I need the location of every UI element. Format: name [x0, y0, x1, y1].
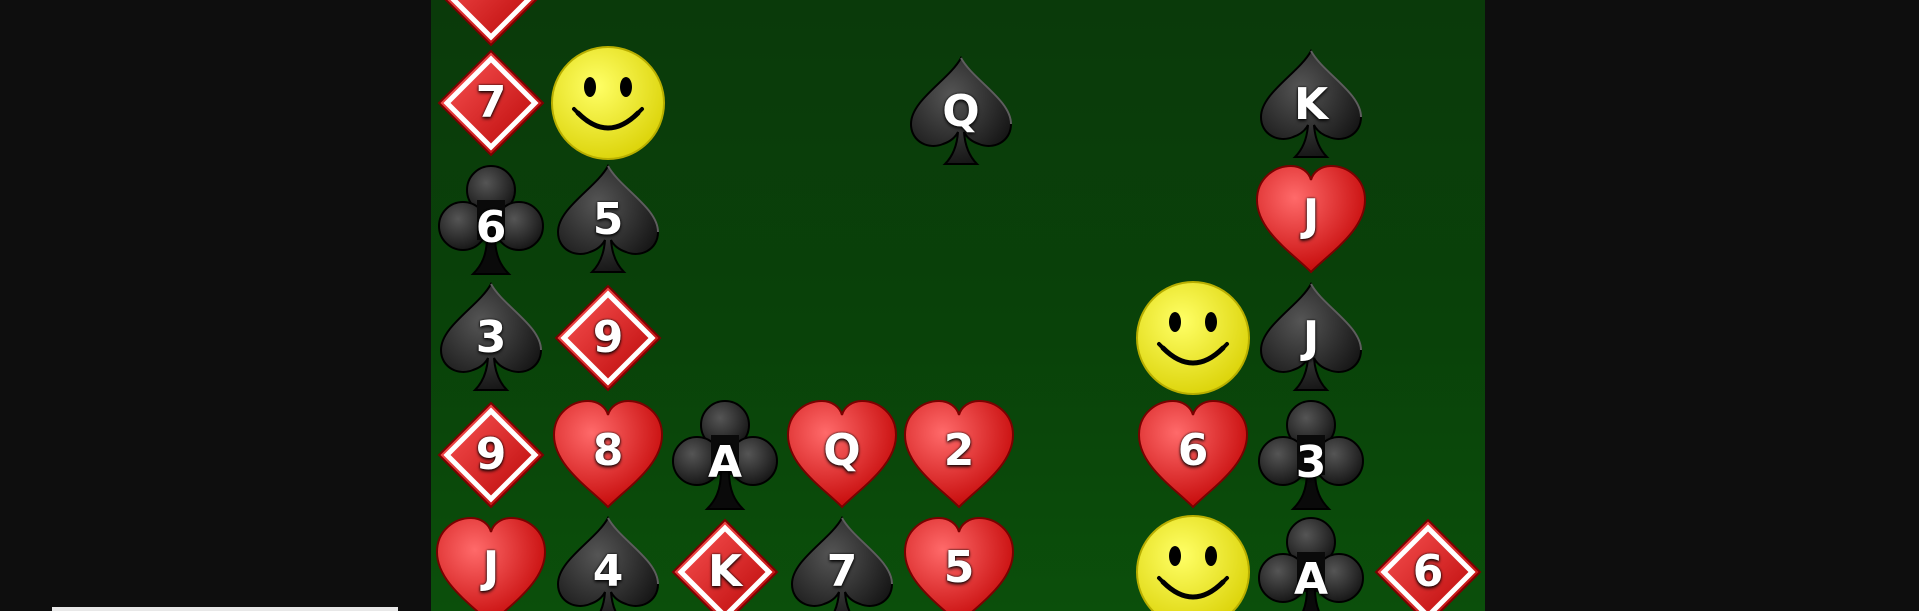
diamond-icon — [671, 518, 779, 611]
heart-icon — [435, 516, 547, 611]
heart-tile-5[interactable]: 5 — [899, 512, 1019, 611]
smiley-tile[interactable] — [1133, 278, 1253, 398]
game-board: 7 Q K 6 5 J 3 9 J 9 8 A Q 2 6 3 J 4 K 7 … — [431, 0, 1485, 611]
heart-icon — [1255, 164, 1367, 274]
heart-icon — [786, 399, 898, 509]
smiley-icon — [551, 46, 665, 160]
spade-tile-4[interactable]: 4 — [548, 512, 668, 611]
club-icon — [438, 165, 544, 275]
club-icon — [1258, 400, 1364, 510]
heart-tile-6[interactable]: 6 — [1133, 395, 1253, 515]
smiley-icon — [1136, 281, 1250, 395]
club-icon — [1258, 517, 1364, 611]
heart-tile-2[interactable]: 2 — [899, 395, 1019, 515]
club-tile-a[interactable]: A — [1251, 512, 1371, 611]
spade-icon — [1259, 48, 1363, 158]
diamond-icon — [437, 401, 545, 509]
spade-icon — [790, 515, 894, 611]
smiley-tile[interactable] — [548, 43, 668, 163]
heart-icon — [552, 399, 664, 509]
diamond-icon — [554, 284, 662, 392]
diamond-tile-7[interactable]: 7 — [431, 43, 551, 163]
diamond-icon — [1374, 518, 1482, 611]
smiley-tile[interactable] — [1133, 512, 1253, 611]
heart-tile-j[interactable]: J — [431, 512, 551, 611]
heart-tile-j[interactable]: J — [1251, 160, 1371, 280]
heart-tile-8[interactable]: 8 — [548, 395, 668, 515]
club-icon — [672, 400, 778, 510]
spade-tile-5[interactable]: 5 — [548, 160, 668, 280]
diamond-tile-9[interactable]: 9 — [431, 395, 551, 515]
heart-icon — [903, 399, 1015, 509]
heart-icon — [1137, 399, 1249, 509]
spade-icon — [556, 515, 660, 611]
diamond-tile-9[interactable]: 9 — [548, 278, 668, 398]
spade-icon — [439, 281, 543, 391]
diamond-icon — [437, 49, 545, 157]
spade-tile-3[interactable]: 3 — [431, 278, 551, 398]
spade-icon — [909, 55, 1013, 165]
heart-tile-q[interactable]: Q — [782, 395, 902, 515]
heart-icon — [903, 516, 1015, 611]
spade-icon — [556, 163, 660, 273]
spade-tile-7[interactable]: 7 — [782, 512, 902, 611]
club-tile-a[interactable]: A — [665, 395, 785, 515]
diamond-tile-6[interactable]: 6 — [1368, 512, 1485, 611]
spade-icon — [1259, 281, 1363, 391]
progress-line — [52, 607, 398, 611]
club-tile-6[interactable]: 6 — [431, 160, 551, 280]
spade-tile-j[interactable]: J — [1251, 278, 1371, 398]
spade-tile-k[interactable]: K — [1251, 45, 1371, 165]
club-tile-3[interactable]: 3 — [1251, 395, 1371, 515]
spade-tile-q[interactable]: Q — [901, 52, 1021, 172]
smiley-icon — [1136, 515, 1250, 611]
diamond-tile-k[interactable]: K — [665, 512, 785, 611]
game-screen: 7 Q K 6 5 J 3 9 J 9 8 A Q 2 6 3 J 4 K 7 … — [0, 0, 1919, 611]
